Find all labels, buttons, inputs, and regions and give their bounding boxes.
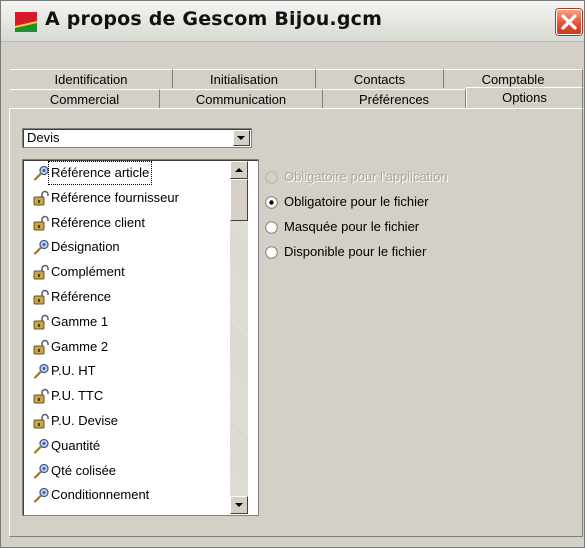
lock-icon bbox=[33, 339, 51, 355]
window-title: A propos de Gescom Bijou.gcm bbox=[45, 8, 383, 30]
search-key-icon bbox=[33, 463, 51, 479]
lock-icon bbox=[33, 215, 51, 231]
list-item[interactable]: Référence article bbox=[25, 161, 239, 185]
radio-button-icon bbox=[265, 196, 278, 209]
radio-label: Masquée pour le fichier bbox=[284, 219, 420, 234]
tab-commercial[interactable]: Commercial bbox=[10, 89, 160, 108]
list-item[interactable]: Gamme 1 bbox=[25, 311, 239, 333]
radio-label: Disponible pour le fichier bbox=[284, 244, 427, 259]
list-item[interactable]: Complément bbox=[25, 261, 239, 283]
arrow-up-icon bbox=[235, 168, 243, 172]
list-item[interactable]: Référence fournisseur bbox=[25, 187, 239, 209]
lock-icon bbox=[33, 314, 51, 330]
list-item-label: Gamme 2 bbox=[51, 338, 109, 354]
list-item-label: P.U. TTC bbox=[51, 388, 104, 404]
select-dropdown-button[interactable] bbox=[233, 130, 250, 146]
list-item[interactable]: Quantité bbox=[25, 435, 239, 457]
document-type-select[interactable]: Devis bbox=[22, 128, 252, 148]
radio-label: Obligatoire pour le fichier bbox=[284, 194, 429, 209]
select-value: Devis bbox=[27, 130, 60, 145]
close-icon bbox=[561, 14, 577, 30]
list-item[interactable]: Conditionnement bbox=[25, 484, 239, 506]
arrow-down-icon bbox=[235, 503, 243, 507]
list-item[interactable]: P.U. HT bbox=[25, 360, 239, 382]
list-item-label: Quantité bbox=[51, 437, 101, 453]
lock-icon bbox=[33, 388, 51, 404]
list-item[interactable]: P.U. Devise bbox=[25, 410, 239, 432]
radio-label: Obligatoire pour l'application bbox=[284, 169, 448, 184]
list-item-label: Référence bbox=[51, 289, 111, 304]
list-item-label: Conditionnement bbox=[51, 487, 150, 503]
list-item-label: Référence client bbox=[51, 214, 145, 230]
scroll-up-button[interactable] bbox=[230, 161, 248, 179]
list-item-label: Gamme 1 bbox=[51, 313, 109, 329]
lock-icon bbox=[33, 190, 51, 206]
title-bar[interactable]: A propos de Gescom Bijou.gcm bbox=[1, 1, 584, 42]
list-item[interactable]: P.U. TTC bbox=[25, 385, 239, 407]
close-button[interactable] bbox=[556, 9, 582, 35]
list-item-label: Désignation bbox=[51, 239, 120, 255]
list-item[interactable]: Désignation bbox=[25, 236, 239, 258]
list-item-label: Référence fournisseur bbox=[51, 189, 179, 205]
chevron-down-icon bbox=[237, 136, 245, 140]
app-flag-icon bbox=[15, 12, 37, 32]
tab-identification[interactable]: Identification bbox=[10, 69, 173, 88]
tab-communication[interactable]: Communication bbox=[160, 89, 323, 108]
list-scrollbar[interactable] bbox=[230, 161, 248, 514]
radio-button-icon bbox=[265, 171, 278, 184]
about-dialog: A propos de Gescom Bijou.gcm Identificat… bbox=[0, 0, 585, 548]
scroll-down-button[interactable] bbox=[230, 496, 248, 514]
list-item-label: Référence article bbox=[47, 161, 153, 185]
radio-button-icon bbox=[265, 246, 278, 259]
list-item[interactable]: Référence bbox=[25, 286, 239, 308]
tab-contacts[interactable]: Contacts bbox=[316, 69, 444, 88]
field-list[interactable]: Référence article Référence fournisseur Ré… bbox=[22, 159, 259, 516]
list-item-label: P.U. Devise bbox=[51, 413, 118, 428]
tab-initialisation[interactable]: Initialisation bbox=[173, 69, 316, 88]
list-item-label: Complément bbox=[51, 264, 125, 280]
list-item-label: P.U. HT bbox=[51, 363, 96, 379]
list-item[interactable]: Référence client bbox=[25, 212, 239, 234]
tab-preferences[interactable]: Préférences bbox=[323, 89, 466, 108]
lock-icon bbox=[33, 289, 51, 305]
scroll-thumb[interactable] bbox=[230, 179, 248, 221]
search-key-icon bbox=[33, 239, 51, 255]
list-item-label: Qté colisée bbox=[51, 462, 117, 478]
tab-comptable[interactable]: Comptable bbox=[444, 69, 583, 88]
lock-icon bbox=[33, 413, 51, 429]
tab-options[interactable]: Options bbox=[466, 87, 583, 109]
search-key-icon bbox=[33, 487, 51, 503]
search-key-icon bbox=[33, 363, 51, 379]
list-item[interactable]: Qté colisée bbox=[25, 460, 239, 482]
list-item[interactable]: Gamme 2 bbox=[25, 336, 239, 358]
lock-icon bbox=[33, 264, 51, 280]
search-key-icon bbox=[33, 438, 51, 454]
radio-button-icon bbox=[265, 221, 278, 234]
